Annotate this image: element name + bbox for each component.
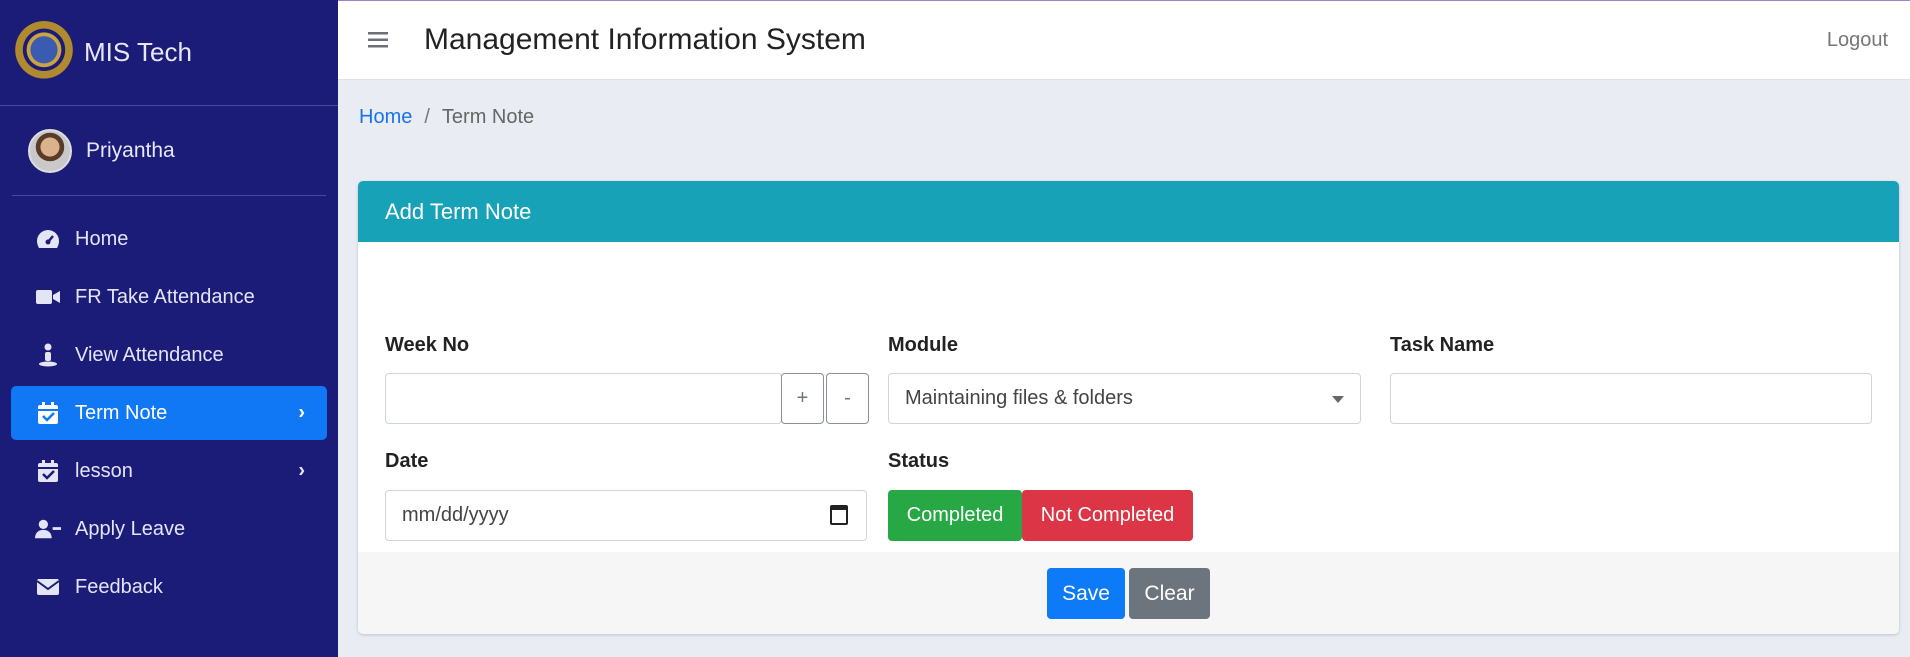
calendar-icon[interactable] [830,505,848,525]
module-label: Module [888,334,958,356]
user-name: Priyantha [86,138,175,162]
completed-label: Completed [906,504,1004,526]
sidebar-item-feedback[interactable]: Feedback [11,560,327,614]
card-header: Add Term Note [358,181,1899,242]
date-input[interactable]: mm/dd/yyyy [385,490,867,541]
video-camera-icon [35,286,61,308]
brand-name: MIS Tech [84,37,192,67]
dashboard-gauge-icon [35,228,61,250]
minus-label: - [844,387,851,409]
user-panel[interactable]: Priyantha [12,106,326,196]
sidebar-item-lesson[interactable]: lesson › [11,444,327,498]
week-decrement-button[interactable]: - [826,373,869,424]
user-minus-icon [35,518,61,540]
save-label: Save [1062,581,1110,605]
week-increment-button[interactable]: + [781,373,824,424]
module-selected-value: Maintaining files & folders [905,387,1133,409]
chevron-right-icon: › [298,459,305,482]
page-title: Management Information System [424,23,866,56]
add-term-note-card: Add Term Note Week No + - Module Maintai… [358,181,1899,634]
date-label: Date [385,450,429,472]
sidebar-item-label: Term Note [75,401,168,424]
date-placeholder: mm/dd/yyyy [402,504,509,526]
save-button[interactable]: Save [1047,568,1125,619]
week-no-input[interactable] [385,373,782,424]
chevron-right-icon: › [298,401,305,424]
card-footer: Save Clear [358,552,1899,634]
hamburger-menu-icon[interactable] [368,25,392,56]
envelope-icon [35,576,61,598]
topbar: Management Information System Logout [338,0,1910,80]
task-name-label: Task Name [1390,334,1495,356]
calendar-check-icon [35,402,61,424]
sidebar-item-label: Home [75,227,129,250]
sidebar-item-label: Feedback [75,575,163,598]
clear-button[interactable]: Clear [1129,568,1210,619]
breadcrumb-separator: / [424,106,430,128]
status-not-completed-button[interactable]: Not Completed [1022,490,1193,541]
breadcrumb: Home / Term Note [359,106,534,129]
calendar-check-icon [35,460,61,482]
status-label: Status [888,450,950,472]
sidebar-item-view-attendance[interactable]: View Attendance [11,328,327,382]
sidebar-item-label: Apply Leave [75,517,186,540]
sidebar-item-fr-take-attendance[interactable]: FR Take Attendance [11,270,327,324]
module-select[interactable]: Maintaining files & folders [888,373,1361,424]
breadcrumb-current: Term Note [441,106,535,128]
sidebar-item-home[interactable]: Home [11,212,327,266]
not-completed-label: Not Completed [1040,504,1175,526]
brand[interactable]: MIS Tech [0,0,338,106]
sidebar-item-label: FR Take Attendance [75,285,255,308]
task-name-input[interactable] [1390,373,1872,424]
sidebar-item-apply-leave[interactable]: Apply Leave [11,502,327,556]
caret-down-icon [1332,396,1344,403]
card-title: Add Term Note [385,198,532,224]
sidebar-nav: Home FR Take Attendance View Attendance … [0,212,338,614]
sidebar-item-term-note[interactable]: Term Note › [11,386,327,440]
breadcrumb-home-link[interactable]: Home [359,106,412,129]
person-standing-icon [35,343,61,367]
plus-label: + [796,387,809,409]
card-body: Week No + - Module Maintaining files & f… [358,242,1899,552]
sidebar-item-label: View Attendance [75,343,224,366]
logout-link[interactable]: Logout [1827,29,1888,52]
clear-label: Clear [1144,581,1195,605]
brand-logo [12,20,76,85]
week-no-label: Week No [385,334,470,356]
status-completed-button[interactable]: Completed [888,490,1022,541]
avatar [28,128,72,173]
sidebar: MIS Tech Priyantha Home FR Take Attendan… [0,0,338,657]
sidebar-item-label: lesson [75,459,133,482]
